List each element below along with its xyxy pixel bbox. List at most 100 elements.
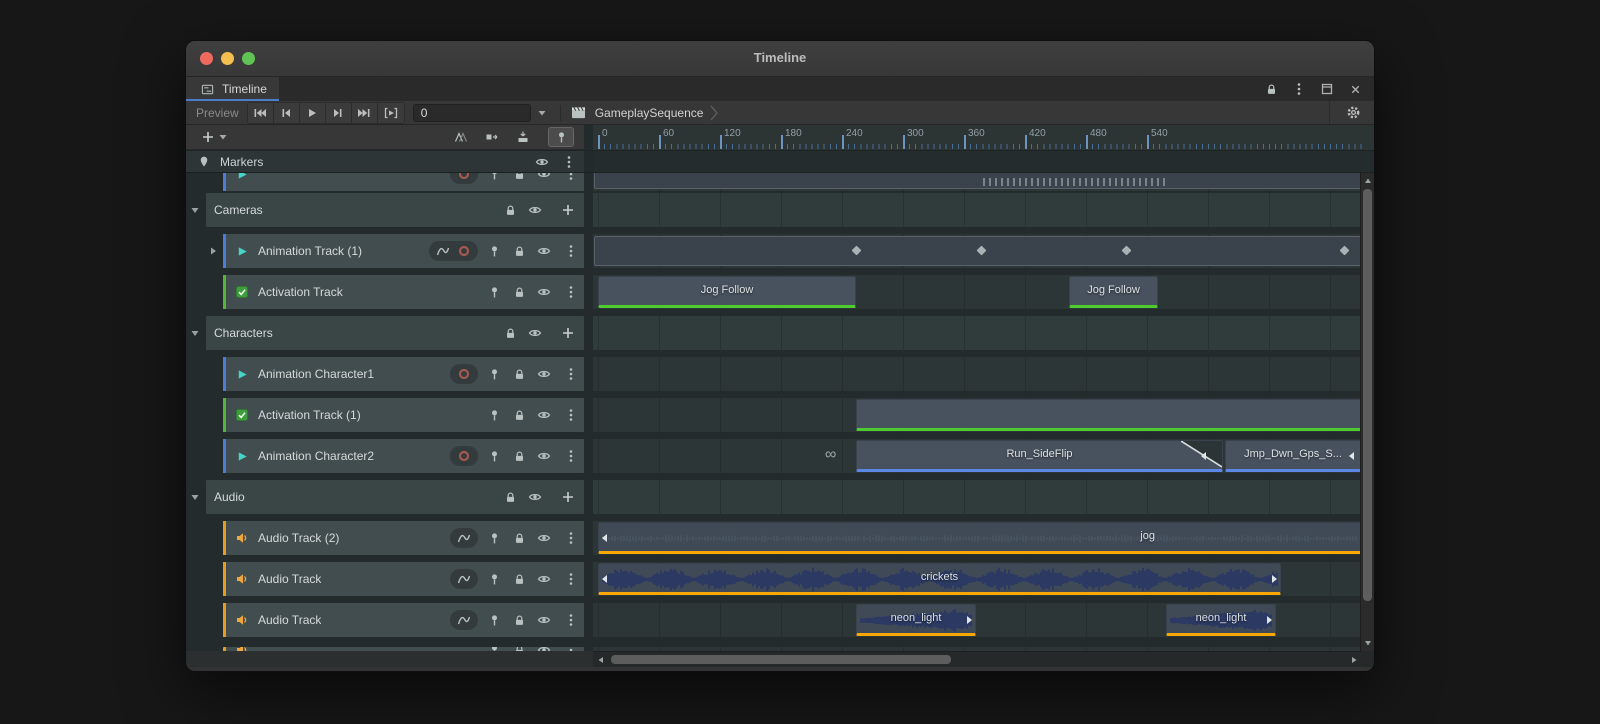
tracks-scroll-area[interactable]: Cameras Animation Track (1) Activation Tra… bbox=[186, 173, 1374, 651]
kebab-icon[interactable] bbox=[565, 242, 577, 260]
lock-icon[interactable] bbox=[510, 647, 528, 651]
eye-icon[interactable] bbox=[535, 242, 553, 260]
clip[interactable]: Jog Follow bbox=[1069, 276, 1158, 308]
horizontal-scroll-thumb[interactable] bbox=[611, 655, 951, 664]
clip[interactable] bbox=[856, 399, 1362, 431]
scroll-left-button[interactable] bbox=[594, 652, 608, 667]
vertical-scrollbar[interactable] bbox=[1360, 173, 1374, 651]
lock-icon[interactable] bbox=[510, 447, 528, 465]
track-row-header[interactable] bbox=[223, 647, 584, 651]
track-row-header[interactable]: Activation Track bbox=[223, 275, 584, 309]
markers-header[interactable]: Markers bbox=[186, 151, 584, 172]
window-menu-kebab-icon[interactable] bbox=[1290, 80, 1308, 98]
eye-icon[interactable] bbox=[535, 173, 553, 183]
eye-icon[interactable] bbox=[535, 611, 553, 629]
record-icon[interactable] bbox=[455, 365, 473, 383]
pin-icon[interactable] bbox=[485, 173, 503, 183]
timeline-lane[interactable] bbox=[593, 234, 1362, 268]
curves-icon[interactable] bbox=[455, 611, 473, 629]
track-row-header[interactable]: Audio Track (2) bbox=[223, 521, 584, 555]
frame-dropdown-button[interactable] bbox=[533, 104, 551, 122]
clip[interactable]: neon_light bbox=[1166, 604, 1276, 636]
timeline-lane[interactable]: jog bbox=[593, 521, 1362, 555]
kebab-icon[interactable] bbox=[565, 529, 577, 547]
lock-icon[interactable] bbox=[510, 173, 528, 183]
lock-icon[interactable] bbox=[510, 365, 528, 383]
tab-timeline[interactable]: Timeline bbox=[186, 77, 279, 101]
lock-icon[interactable] bbox=[1262, 80, 1280, 98]
clip[interactable]: jog bbox=[598, 522, 1362, 554]
track-row-header[interactable]: Audio Track bbox=[223, 603, 584, 637]
group-row-header[interactable]: Characters bbox=[191, 316, 584, 350]
lock-icon[interactable] bbox=[510, 529, 528, 547]
preview-toggle[interactable]: Preview bbox=[194, 106, 247, 120]
lock-icon[interactable] bbox=[510, 570, 528, 588]
kebab-icon[interactable] bbox=[565, 611, 577, 629]
record-icon[interactable] bbox=[455, 242, 473, 260]
timeline-lane[interactable] bbox=[593, 398, 1362, 432]
pin-icon[interactable] bbox=[485, 242, 503, 260]
kebab-menu-icon[interactable] bbox=[563, 153, 575, 171]
eye-icon[interactable] bbox=[526, 324, 544, 342]
replace-mode-button[interactable] bbox=[514, 128, 532, 146]
lock-icon[interactable] bbox=[510, 283, 528, 301]
pin-icon[interactable] bbox=[485, 529, 503, 547]
clip[interactable]: Run_SideFlip bbox=[856, 440, 1223, 472]
clip[interactable]: neon_light bbox=[856, 604, 976, 636]
timeline-lane[interactable] bbox=[593, 316, 1362, 350]
maximize-icon[interactable] bbox=[1318, 80, 1336, 98]
timeline-lane[interactable]: crickets bbox=[593, 562, 1362, 596]
goto-end-button[interactable] bbox=[352, 102, 378, 123]
curves-icon[interactable] bbox=[455, 570, 473, 588]
timeline-lane[interactable] bbox=[593, 193, 1362, 227]
title-bar[interactable]: Timeline bbox=[186, 41, 1374, 77]
vertical-scroll-thumb[interactable] bbox=[1363, 189, 1372, 601]
timeline-lane[interactable]: Jog Follow Jog Follow bbox=[593, 275, 1362, 309]
timeline-lane[interactable]: neon_light neon_light bbox=[593, 603, 1362, 637]
collapse-caret-icon[interactable] bbox=[189, 491, 201, 503]
previous-frame-button[interactable] bbox=[274, 102, 300, 123]
curves-icon[interactable] bbox=[434, 242, 452, 260]
curves-icon[interactable] bbox=[455, 529, 473, 547]
breadcrumb[interactable]: GameplaySequence bbox=[570, 104, 719, 122]
goto-start-button[interactable] bbox=[248, 102, 274, 123]
group-row-header[interactable]: Audio bbox=[191, 480, 584, 514]
scroll-right-button[interactable] bbox=[1347, 652, 1361, 667]
lock-icon[interactable] bbox=[510, 611, 528, 629]
eye-icon[interactable] bbox=[526, 201, 544, 219]
show-markers-toggle[interactable] bbox=[548, 127, 574, 147]
eye-icon[interactable] bbox=[535, 529, 553, 547]
record-icon[interactable] bbox=[455, 447, 473, 465]
plus-icon[interactable] bbox=[559, 201, 577, 219]
record-icon[interactable] bbox=[455, 173, 473, 183]
kebab-icon[interactable] bbox=[565, 406, 577, 424]
pin-icon[interactable] bbox=[485, 611, 503, 629]
eye-icon[interactable] bbox=[526, 488, 544, 506]
ripple-mode-button[interactable] bbox=[483, 128, 501, 146]
lock-icon[interactable] bbox=[510, 406, 528, 424]
collapse-caret-icon[interactable] bbox=[189, 204, 201, 216]
pin-icon[interactable] bbox=[485, 570, 503, 588]
kebab-icon[interactable] bbox=[565, 570, 577, 588]
eye-icon[interactable] bbox=[535, 447, 553, 465]
timeline-lane[interactable] bbox=[593, 173, 1362, 191]
track-row-header[interactable]: Audio Track bbox=[223, 562, 584, 596]
pin-icon[interactable] bbox=[485, 406, 503, 424]
track-row-header[interactable]: Animation Character1 bbox=[223, 357, 584, 391]
eye-icon[interactable] bbox=[535, 647, 553, 651]
track-row-header[interactable]: Animation Character2 bbox=[223, 439, 584, 473]
kebab-icon[interactable] bbox=[565, 647, 577, 651]
track-row-header[interactable] bbox=[223, 173, 584, 191]
scroll-up-button[interactable] bbox=[1361, 174, 1374, 188]
clip[interactable]: crickets bbox=[598, 563, 1281, 595]
pin-icon[interactable] bbox=[485, 365, 503, 383]
kebab-icon[interactable] bbox=[565, 365, 577, 383]
eye-icon[interactable] bbox=[535, 570, 553, 588]
expand-caret-icon[interactable] bbox=[207, 245, 219, 257]
markers-lane[interactable] bbox=[593, 151, 1371, 172]
add-track-button[interactable] bbox=[196, 128, 232, 146]
mix-mode-button[interactable] bbox=[452, 128, 470, 146]
play-range-button[interactable] bbox=[378, 103, 404, 123]
play-button[interactable] bbox=[300, 102, 326, 123]
kebab-icon[interactable] bbox=[565, 283, 577, 301]
